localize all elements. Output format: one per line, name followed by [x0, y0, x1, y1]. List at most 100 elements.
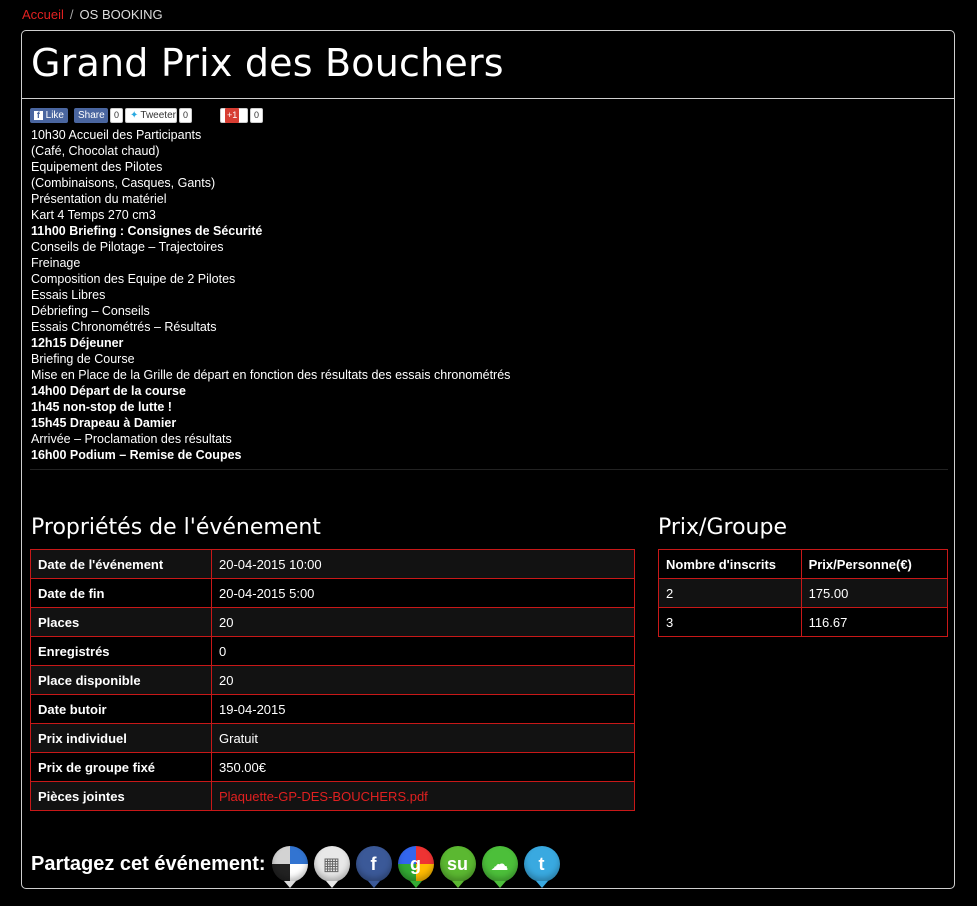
attachment-link[interactable]: Plaquette-GP-DES-BOUCHERS.pdf — [219, 789, 428, 804]
table-row: 3 116.67 — [658, 607, 949, 637]
breadcrumb-home-link[interactable]: Accueil — [22, 7, 64, 22]
bubble-tail — [367, 881, 380, 888]
table-cell: 175.00 — [800, 578, 949, 608]
property-value: 20-04-2015 5:00 — [211, 578, 635, 608]
bubble-tail — [283, 881, 296, 888]
schedule-line: Briefing de Course — [31, 352, 135, 366]
property-label: Date butoir — [30, 694, 212, 724]
property-label: Places — [30, 607, 212, 637]
schedule-line: 1h45 non-stop de lutte ! — [31, 400, 172, 414]
facebook-like-button[interactable]: f Like — [30, 107, 68, 123]
twitter-icon[interactable]: t — [523, 846, 560, 888]
property-value: 0 — [211, 636, 635, 666]
schedule-line: (Combinaisons, Casques, Gants) — [31, 176, 216, 190]
property-label: Prix individuel — [30, 723, 212, 753]
property-value: 19-04-2015 — [211, 694, 635, 724]
table-row: Date butoir 19-04-2015 — [30, 694, 635, 724]
column-header: Prix/Personne(€) — [800, 549, 949, 579]
schedule-line: 16h00 Podium – Remise de Coupes — [31, 448, 242, 462]
digg-icon[interactable]: ▦ — [313, 846, 350, 888]
table-cell: 3 — [658, 607, 802, 637]
tweet-button[interactable]: ✦ Tweeter — [125, 107, 178, 123]
breadcrumb-separator: / — [69, 7, 74, 22]
property-label: Enregistrés — [30, 636, 212, 666]
property-label: Place disponible — [30, 665, 212, 695]
schedule-line: 11h00 Briefing : Consignes de Sécurité — [31, 224, 263, 238]
twitter-bird-icon: ✦ — [130, 109, 139, 121]
property-label: Pièces jointes — [30, 781, 212, 811]
property-label: Prix de groupe fixé — [30, 752, 212, 782]
event-schedule: 10h30 Accueil des Participants (Café, Cho… — [31, 127, 510, 463]
table-row: Prix individuel Gratuit — [30, 723, 635, 753]
tweet-label: Tweeter — [140, 109, 176, 121]
breadcrumb-current: OS BOOKING — [79, 7, 163, 22]
social-share-bar: f Like Share 0 ✦ Tweeter 0 +1 0 — [30, 107, 265, 123]
chat-icon[interactable]: ☁ — [481, 846, 518, 888]
schedule-line: (Café, Chocolat chaud) — [31, 144, 160, 158]
property-label: Date de l'événement — [30, 549, 212, 579]
schedule-line: 14h00 Départ de la course — [31, 384, 186, 398]
table-row: Date de l'événement 20-04-2015 10:00 — [30, 549, 635, 579]
schedule-line: Conseils de Pilotage – Trajectoires — [31, 240, 224, 254]
schedule-line: Mise en Place de la Grille de départ en … — [31, 368, 511, 382]
bubble-tail — [325, 881, 338, 888]
schedule-line: Arrivée – Proclamation des résultats — [31, 432, 232, 446]
table-row: Date de fin 20-04-2015 5:00 — [30, 578, 635, 608]
column-header: Nombre d'inscrits — [658, 549, 802, 579]
schedule-line: Kart 4 Temps 270 cm3 — [31, 208, 156, 222]
table-cell: 2 — [658, 578, 802, 608]
table-row: Prix de groupe fixé 350.00€ — [30, 752, 635, 782]
stumbleupon-icon[interactable]: su — [439, 846, 476, 888]
share-event-bar: Partagez cet événement: ▦ f g su ☁ t — [31, 846, 560, 888]
property-value: 20 — [211, 607, 635, 637]
table-row: Places 20 — [30, 607, 635, 637]
google-plus-label: +1 — [225, 107, 240, 123]
schedule-line: 12h15 Déjeuner — [31, 336, 124, 350]
facebook-icon[interactable]: f — [355, 846, 392, 888]
property-value: 20 — [211, 665, 635, 695]
bubble-tail — [493, 881, 506, 888]
property-value: 20-04-2015 10:00 — [211, 549, 635, 579]
schedule-line: Présentation du matériel — [31, 192, 167, 206]
delicious-icon[interactable] — [271, 846, 308, 888]
google-plus-count: 0 — [250, 107, 264, 123]
google-icon[interactable]: g — [397, 846, 434, 888]
property-value: 350.00€ — [211, 752, 635, 782]
schedule-line: Freinage — [31, 256, 81, 270]
schedule-line: 10h30 Accueil des Participants — [31, 128, 202, 142]
property-value: Plaquette-GP-DES-BOUCHERS.pdf — [211, 781, 635, 811]
event-panel: Grand Prix des Bouchers f Like Share 0 ✦ T… — [21, 30, 955, 889]
bubble-tail — [451, 881, 464, 888]
schedule-line: 15h45 Drapeau à Damier — [31, 416, 177, 430]
page-title: Grand Prix des Bouchers — [31, 41, 504, 85]
like-label: Like — [45, 109, 64, 121]
table-row: Pièces jointes Plaquette-GP-DES-BOUCHERS.… — [30, 781, 635, 811]
schedule-line: Essais Libres — [31, 288, 106, 302]
properties-table: Date de l'événement 20-04-2015 10:00 Date … — [30, 549, 635, 811]
table-row: Enregistrés 0 — [30, 636, 635, 666]
table-header-row: Nombre d'inscrits Prix/Personne(€) — [658, 549, 949, 579]
group-price-title: Prix/Groupe — [658, 515, 787, 540]
share-count: 0 — [110, 107, 124, 123]
property-label: Date de fin — [30, 578, 212, 608]
table-cell: 116.67 — [800, 607, 949, 637]
facebook-share-button[interactable]: Share — [74, 107, 108, 123]
schedule-line: Essais Chronométrés – Résultats — [31, 320, 217, 334]
table-row: 2 175.00 — [658, 578, 949, 608]
bubble-tail — [535, 881, 548, 888]
table-row: Place disponible 20 — [30, 665, 635, 695]
schedule-line: Equipement des Pilotes — [31, 160, 163, 174]
breadcrumb: Accueil / OS BOOKING — [22, 7, 163, 22]
facebook-f-icon: f — [34, 110, 43, 120]
bubble-tail — [409, 881, 422, 888]
schedule-line: Composition des Equipe de 2 Pilotes — [31, 272, 236, 286]
schedule-line: Débriefing – Conseils — [31, 304, 150, 318]
tweet-count: 0 — [179, 107, 193, 123]
event-title-row: Grand Prix des Bouchers — [22, 31, 954, 99]
properties-title: Propriétés de l'événement — [31, 515, 321, 540]
divider — [30, 469, 948, 470]
google-plus-button[interactable]: +1 — [220, 107, 249, 123]
share-event-label: Partagez cet événement: — [31, 852, 266, 875]
property-value: Gratuit — [211, 723, 635, 753]
group-price-table: Nombre d'inscrits Prix/Personne(€) 2 175.00… — [658, 549, 949, 637]
